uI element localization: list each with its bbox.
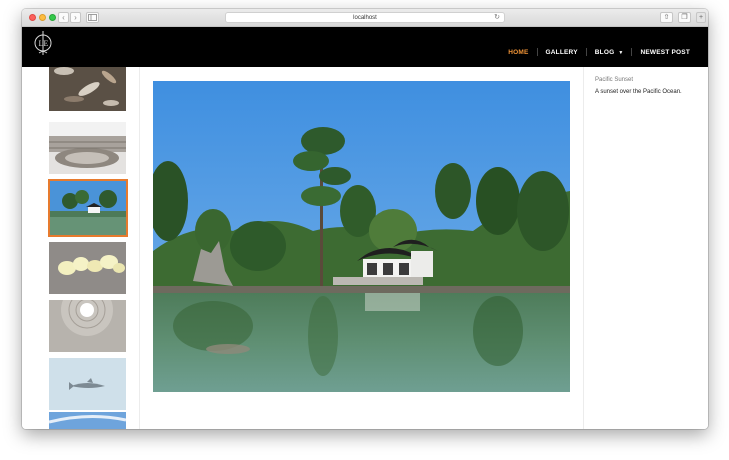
thumbnail-shark[interactable] xyxy=(49,358,126,410)
main-nav: HOME GALLERY BLOG ▼ NEWEST POST xyxy=(500,48,698,56)
address-bar[interactable]: localhost ↻ xyxy=(225,12,505,23)
main-photo-garden-lake[interactable] xyxy=(153,81,570,392)
nav-blog-label: BLOG xyxy=(594,48,615,56)
caret-down-icon: ▼ xyxy=(618,49,624,56)
thumbnail-colosseum[interactable] xyxy=(49,122,126,174)
nav-home[interactable]: HOME xyxy=(500,49,536,56)
thumbnail-garden-lake-selected[interactable] xyxy=(48,179,128,237)
thumbnail-blue-sky[interactable] xyxy=(49,412,126,429)
browser-toolbar: ‹ › localhost ↻ ⇧ ❐ + xyxy=(22,9,708,27)
share-icon[interactable]: ⇧ xyxy=(660,12,673,23)
content-divider xyxy=(583,67,584,429)
nav-newest-post[interactable]: NEWEST POST xyxy=(632,49,698,56)
nav-blog[interactable]: BLOG ▼ xyxy=(587,49,632,56)
chevron-right-icon[interactable]: › xyxy=(70,12,81,23)
browser-window: ‹ › localhost ↻ ⇧ ❐ + L E HOME GALLERY B… xyxy=(22,9,708,429)
close-window-button[interactable] xyxy=(29,14,36,21)
nav-gallery[interactable]: GALLERY xyxy=(538,49,586,56)
page-content: Pacific Sunset A sunset over the Pacific… xyxy=(22,67,708,429)
photo-title: Pacific Sunset xyxy=(595,77,634,83)
zoom-window-button[interactable] xyxy=(49,14,56,21)
reload-icon[interactable]: ↻ xyxy=(494,13,500,23)
content-divider xyxy=(139,67,140,429)
photo-caption: Pacific Sunset A sunset over the Pacific… xyxy=(595,77,701,95)
tabs-overview-icon[interactable]: ❐ xyxy=(678,12,691,23)
thumbnail-pantheon-dome[interactable] xyxy=(49,300,126,352)
thumbnail-strip[interactable] xyxy=(48,67,128,429)
site-header: L E HOME GALLERY BLOG ▼ NEWEST POST xyxy=(22,27,708,67)
sidebar-toggle-icon[interactable] xyxy=(86,12,99,23)
thumbnail-koi-pond[interactable] xyxy=(49,67,126,111)
chevron-left-icon[interactable]: ‹ xyxy=(58,12,69,23)
svg-text:E: E xyxy=(44,39,49,48)
minimize-window-button[interactable] xyxy=(39,14,46,21)
thumbnail-orchids[interactable] xyxy=(49,242,126,294)
monogram-logo[interactable]: L E xyxy=(32,30,54,56)
new-tab-icon[interactable]: + xyxy=(696,12,706,23)
url-text: localhost xyxy=(353,15,377,21)
photo-description: A sunset over the Pacific Ocean. xyxy=(595,89,682,95)
